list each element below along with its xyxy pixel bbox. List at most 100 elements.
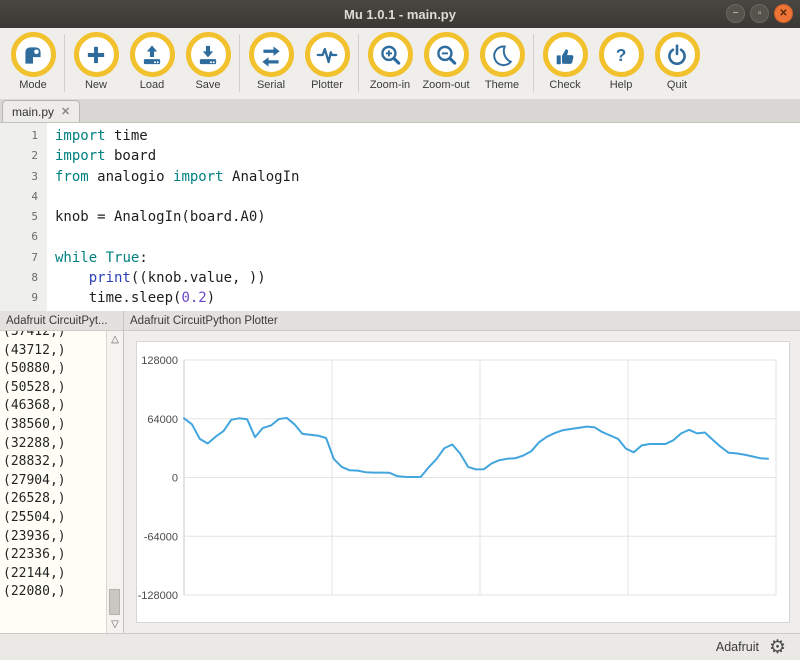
bottom-split: Adafruit CircuitPyt... (37412,)(43712,)(… — [0, 311, 800, 633]
toolbar-separator — [533, 34, 534, 92]
y-axis-tick-label: -128000 — [138, 590, 178, 602]
y-axis-tick-label: 0 — [172, 473, 178, 485]
y-axis-tick-label: -64000 — [144, 531, 178, 543]
serial-line: (22080,) — [3, 583, 106, 602]
line-number: 7 — [0, 248, 47, 268]
zoom-in-icon — [368, 32, 413, 77]
toolbar-button-label: New — [85, 79, 107, 91]
zoom-in-button[interactable]: Zoom-in — [362, 32, 418, 91]
editor-line: 5knob = AnalogIn(board.A0) — [0, 207, 800, 227]
toolbar-button-label: Serial — [257, 79, 285, 91]
scrollbar-thumb[interactable] — [109, 589, 120, 615]
gear-icon[interactable]: ⚙ — [769, 638, 786, 657]
serial-line: (27904,) — [3, 472, 106, 491]
serial-line: (50880,) — [3, 360, 106, 379]
editor-line: 2import board — [0, 146, 800, 166]
line-number: 8 — [0, 268, 47, 288]
quit-button[interactable]: Quit — [649, 32, 705, 91]
status-mode-label: Adafruit — [716, 640, 759, 654]
editor-line: 8 print((knob.value, )) — [0, 268, 800, 288]
zoom-out-button[interactable]: Zoom-out — [418, 32, 474, 91]
line-chart: 128000640000-64000-128000 — [137, 342, 791, 624]
toolbar-button-label: Save — [195, 79, 220, 91]
toolbar-button-label: Mode — [19, 79, 47, 91]
svg-text:?: ? — [616, 44, 627, 64]
tab-main.py[interactable]: main.py ✕ — [2, 100, 80, 122]
new-icon — [74, 32, 119, 77]
serial-line: (22336,) — [3, 546, 106, 565]
serial-line: (28832,) — [3, 453, 106, 472]
code-editor[interactable]: 1import time2import board3from analogio … — [0, 123, 800, 311]
serial-line: (32288,) — [3, 435, 106, 454]
scrollbar-track[interactable] — [107, 347, 123, 617]
toolbar: Mode New Load Save Serial Plotter Zoom-in Zoom-… — [0, 28, 800, 100]
toolbar-separator — [358, 34, 359, 92]
plotter-icon — [305, 32, 350, 77]
titlebar[interactable]: Mu 1.0.1 - main.py −▫ ✕ — [0, 0, 800, 28]
serial-line: (38560,) — [3, 416, 106, 435]
mu-window: Mu 1.0.1 - main.py −▫ ✕ Mode New Load Save Se… — [0, 0, 800, 660]
line-number: 1 — [0, 126, 47, 146]
editor-line: 9 time.sleep(0.2) — [0, 288, 800, 308]
plotter-pane: Adafruit CircuitPython Plotter 128000640… — [124, 311, 800, 633]
plotter-button[interactable]: Plotter — [299, 32, 355, 91]
line-number: 6 — [0, 227, 47, 247]
code-text: print((knob.value, )) — [47, 268, 266, 288]
line-number: 3 — [0, 167, 47, 187]
tab-label: main.py — [12, 105, 54, 119]
serial-line: (46368,) — [3, 397, 106, 416]
check-button[interactable]: Check — [537, 32, 593, 91]
serial-line: (43712,) — [3, 342, 106, 361]
serial-console[interactable]: (37412,)(43712,)(50880,)(50528,)(46368,)… — [0, 331, 123, 633]
maximize-button[interactable]: ▫ — [750, 4, 769, 23]
mode-icon — [11, 32, 56, 77]
scroll-up-icon[interactable]: △ — [111, 332, 119, 347]
quit-icon — [655, 32, 700, 77]
scroll-down-icon[interactable]: ▽ — [111, 617, 119, 632]
plotter-pane-title: Adafruit CircuitPython Plotter — [130, 315, 278, 327]
tab-bar: main.py ✕ — [0, 100, 800, 123]
code-text: from analogio import AnalogIn — [47, 167, 299, 187]
load-button[interactable]: Load — [124, 32, 180, 91]
theme-button[interactable]: Theme — [474, 32, 530, 91]
editor-line: 6 — [0, 227, 800, 247]
toolbar-button-label: Zoom-in — [370, 79, 410, 91]
toolbar-button-label: Check — [549, 79, 580, 91]
serial-button[interactable]: Serial — [243, 32, 299, 91]
serial-line: (22144,) — [3, 565, 106, 584]
serial-output: (37412,)(43712,)(50880,)(50528,)(46368,)… — [0, 331, 106, 633]
mode-button[interactable]: Mode — [5, 32, 61, 91]
serial-scrollbar[interactable]: △ ▽ — [106, 331, 123, 633]
serial-pane-title: Adafruit CircuitPyt... — [6, 315, 108, 327]
window-title: Mu 1.0.1 - main.py — [344, 7, 456, 22]
toolbar-button-label: Theme — [485, 79, 519, 91]
minimize-button[interactable]: − — [726, 4, 745, 23]
plotter-pane-header: Adafruit CircuitPython Plotter — [124, 311, 800, 331]
help-button[interactable]: ?Help — [593, 32, 649, 91]
serial-line: (26528,) — [3, 490, 106, 509]
save-button[interactable]: Save — [180, 32, 236, 91]
zoom-out-icon — [424, 32, 469, 77]
save-icon — [186, 32, 231, 77]
window-controls: −▫ ✕ — [726, 4, 793, 23]
data-series-line — [184, 418, 768, 477]
close-button[interactable]: ✕ — [774, 4, 793, 23]
serial-icon — [249, 32, 294, 77]
line-number: 9 — [0, 288, 47, 308]
serial-line: (37412,) — [3, 331, 106, 342]
serial-line: (25504,) — [3, 509, 106, 528]
tab-close-icon[interactable]: ✕ — [61, 105, 70, 118]
serial-pane: Adafruit CircuitPyt... (37412,)(43712,)(… — [0, 311, 124, 633]
toolbar-button-label: Plotter — [311, 79, 343, 91]
code-text — [47, 227, 55, 247]
status-bar: Adafruit ⚙ — [0, 633, 800, 660]
toolbar-button-label: Zoom-out — [422, 79, 469, 91]
code-text — [47, 187, 55, 207]
line-number: 5 — [0, 207, 47, 227]
serial-pane-header: Adafruit CircuitPyt... — [0, 311, 123, 331]
code-text: time.sleep(0.2) — [47, 288, 215, 308]
new-button[interactable]: New — [68, 32, 124, 91]
y-axis-tick-label: 128000 — [141, 355, 178, 367]
editor-line: 3from analogio import AnalogIn — [0, 167, 800, 187]
toolbar-separator — [239, 34, 240, 92]
